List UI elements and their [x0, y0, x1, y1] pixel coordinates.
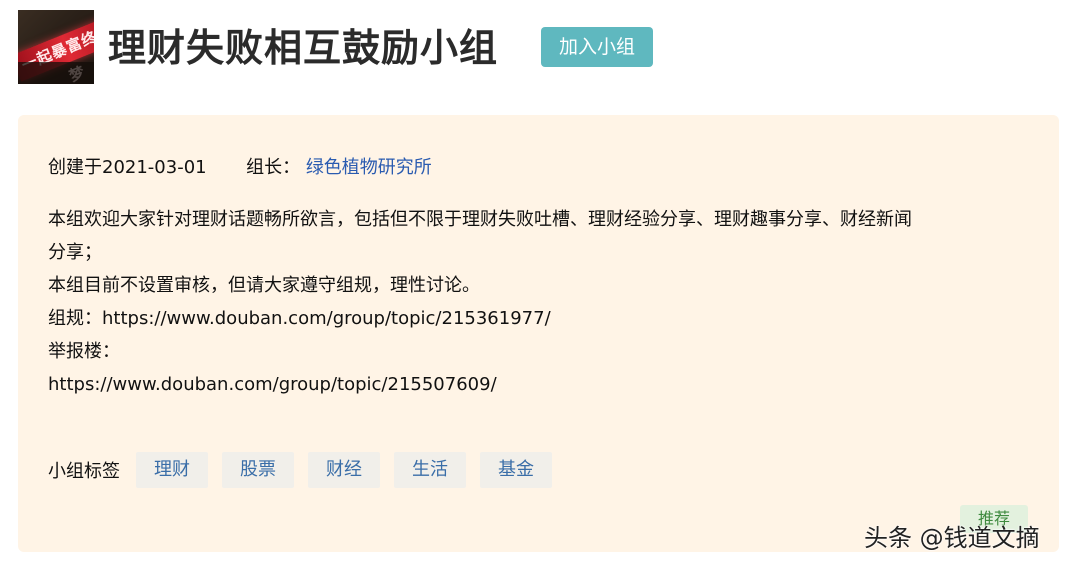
description-line: 举报楼：: [48, 341, 120, 362]
group-avatar: 一起暴富终是梦: [18, 10, 94, 84]
description-line: 分享；: [48, 242, 102, 263]
created-date: 创建于2021-03-01: [48, 157, 207, 178]
description-line: https://www.douban.com/group/topic/21550…: [48, 374, 497, 395]
owner-link[interactable]: 绿色植物研究所: [306, 157, 432, 178]
watermark: 头条 @钱道文摘: [864, 524, 1040, 552]
description-line: 本组目前不设置审核，但请大家遵守组规，理性讨论。: [48, 275, 480, 296]
tag-shenghuo[interactable]: 生活: [394, 452, 466, 488]
avatar-shadow: [18, 62, 94, 84]
group-info-panel: 创建于2021-03-01 组长： 绿色植物研究所 本组欢迎大家针对理财话题畅所…: [18, 115, 1059, 552]
group-description: 本组欢迎大家针对理财话题畅所欲言，包括但不限于理财失败吐槽、理财经验分享、理财趣…: [48, 203, 1038, 401]
tag-caijing[interactable]: 财经: [308, 452, 380, 488]
owner-label: 组长：: [246, 157, 301, 178]
description-line: 组规：https://www.douban.com/group/topic/21…: [48, 308, 551, 329]
description-line: 本组欢迎大家针对理财话题畅所欲言，包括但不限于理财失败吐槽、理财经验分享、理财趣…: [48, 209, 912, 230]
tag-jijin[interactable]: 基金: [480, 452, 552, 488]
group-tags: 小组标签 理财 股票 财经 生活 基金: [48, 452, 566, 488]
group-meta: 创建于2021-03-01 组长： 绿色植物研究所: [48, 153, 432, 179]
group-title: 理财失败相互鼓励小组: [108, 26, 499, 70]
tag-licai[interactable]: 理财: [136, 452, 208, 488]
tag-gupiao[interactable]: 股票: [222, 452, 294, 488]
tags-label: 小组标签: [48, 461, 120, 482]
join-group-button[interactable]: 加入小组: [541, 27, 653, 67]
